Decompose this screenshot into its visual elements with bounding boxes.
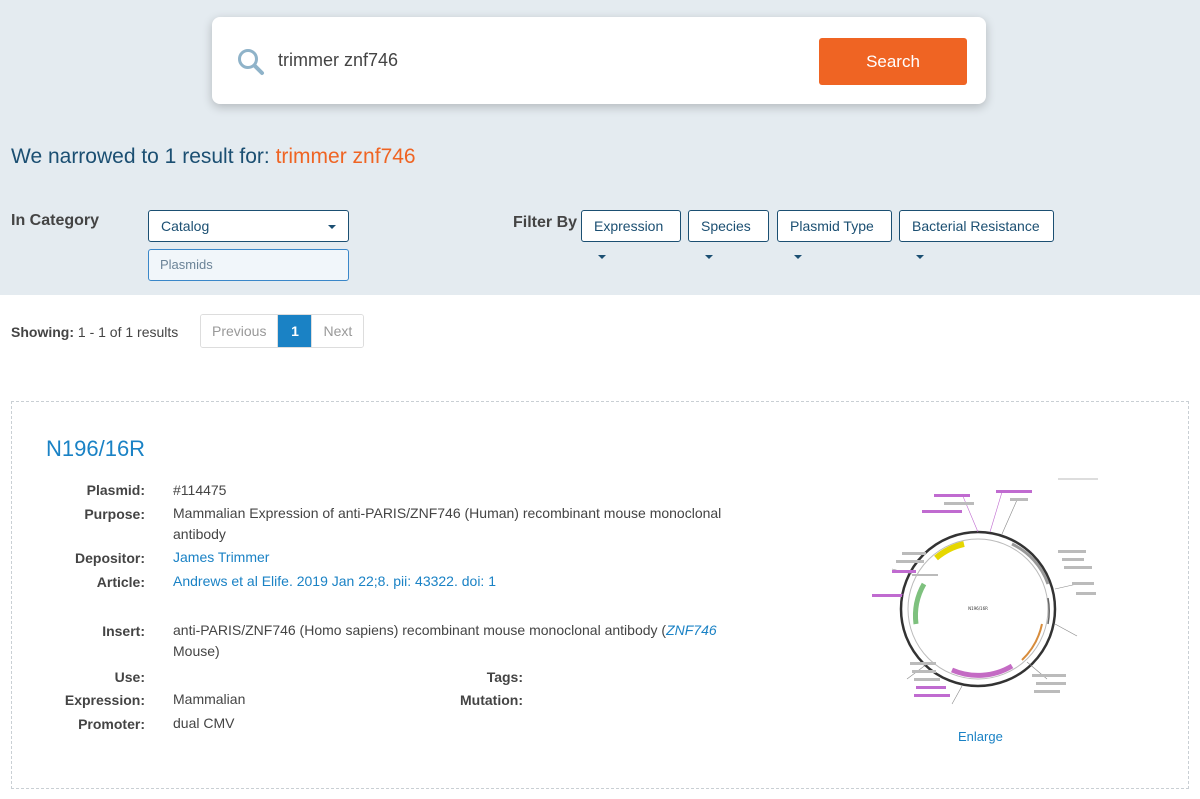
result-card: N196/16R Plasmid: #114475 Purpose: Mamma… xyxy=(11,401,1189,789)
plasmid-label: Plasmid: xyxy=(86,482,145,498)
plasmid-value: #114475 xyxy=(173,482,227,498)
expression-label: Expression: xyxy=(64,692,145,708)
page-1-button[interactable]: 1 xyxy=(278,315,312,347)
results-summary: We narrowed to 1 result for: trimmer znf… xyxy=(11,145,416,169)
chevron-down-icon xyxy=(916,255,924,260)
filter-expression-dropdown[interactable]: Expression xyxy=(581,210,681,260)
chevron-down-icon xyxy=(598,255,606,260)
search-input[interactable] xyxy=(278,43,798,77)
results-query: trimmer znf746 xyxy=(275,145,416,168)
filter-expression-label: Expression xyxy=(594,218,664,234)
tags-label: Tags: xyxy=(486,669,523,685)
filter-plasmid-type-dropdown[interactable]: Plasmid Type xyxy=(777,210,892,260)
purpose-value: Mammalian Expression of anti-PARIS/ZNF74… xyxy=(173,505,722,542)
filter-species-label: Species xyxy=(701,218,751,234)
result-title-link[interactable]: N196/16R xyxy=(46,436,145,462)
previous-page-button[interactable]: Previous xyxy=(201,315,279,347)
search-button[interactable]: Search xyxy=(819,38,967,85)
purpose-label: Purpose: xyxy=(84,506,145,522)
promoter-value: dual CMV xyxy=(173,715,235,731)
chevron-down-icon xyxy=(705,255,713,260)
use-label: Use: xyxy=(114,669,145,685)
enlarge-link[interactable]: Enlarge xyxy=(958,729,1003,744)
filter-plasmid-type-label: Plasmid Type xyxy=(790,218,874,234)
filter-bacterial-resistance-dropdown[interactable]: Bacterial Resistance xyxy=(899,210,1054,260)
article-link[interactable]: Andrews et al Elife. 2019 Jan 22;8. pii:… xyxy=(173,571,496,592)
category-dropdown[interactable]: Catalog xyxy=(148,210,349,242)
filter-bacterial-resistance-label: Bacterial Resistance xyxy=(912,218,1040,234)
category-label: In Category xyxy=(11,212,100,229)
plasmid-map-center-label: N196/16R xyxy=(968,606,988,611)
chevron-down-icon xyxy=(328,225,336,229)
article-label: Article: xyxy=(96,574,145,590)
insert-text-suffix: Mouse) xyxy=(173,643,220,659)
promoter-label: Promoter: xyxy=(78,716,145,732)
next-page-button[interactable]: Next xyxy=(311,315,364,347)
insert-gene-link[interactable]: ZNF746 xyxy=(666,622,717,638)
filter-by-label: Filter By xyxy=(513,214,578,231)
insert-label: Insert: xyxy=(102,623,145,639)
plasmid-map-thumbnail[interactable]: N196/16R xyxy=(852,474,1112,724)
showing-label: Showing: xyxy=(11,324,74,340)
expression-value: Mammalian xyxy=(173,691,246,707)
subcategory-plasmids[interactable]: Plasmids xyxy=(148,249,349,281)
insert-value: anti-PARIS/ZNF746 (Homo sapiens) recombi… xyxy=(173,620,753,662)
insert-text: anti-PARIS/ZNF746 (Homo sapiens) recombi… xyxy=(173,622,667,638)
showing-range: 1 - 1 of 1 results xyxy=(74,324,179,340)
filter-species-dropdown[interactable]: Species xyxy=(688,210,769,260)
search-icon xyxy=(236,47,266,77)
pagination: Previous 1 Next xyxy=(200,314,365,348)
depositor-label: Depositor: xyxy=(75,550,145,566)
chevron-down-icon xyxy=(794,255,802,260)
results-summary-prefix: We narrowed to 1 result for: xyxy=(11,145,276,168)
depositor-link[interactable]: James Trimmer xyxy=(173,547,269,568)
search-box: Search xyxy=(212,17,986,104)
showing-count: Showing: 1 - 1 of 1 results xyxy=(11,324,178,340)
category-dropdown-label: Catalog xyxy=(161,218,210,234)
mutation-label: Mutation: xyxy=(460,692,523,708)
